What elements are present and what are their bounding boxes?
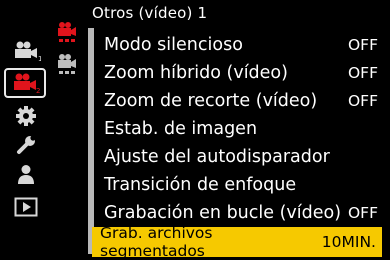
menu-item-zoom-recorte[interactable]: Zoom de recorte (vídeo) OFF bbox=[96, 88, 384, 114]
badge-2: 2 bbox=[36, 87, 40, 94]
menu-item-label: Zoom híbrido (vídeo) bbox=[104, 63, 288, 83]
menu-item-label: Grab. archivos segmentados bbox=[100, 224, 213, 260]
menu-item-estab-imagen[interactable]: Estab. de imagen bbox=[96, 116, 384, 142]
sidebar-item-video-2[interactable]: 2 bbox=[4, 68, 46, 98]
page-title: Otros (vídeo) 1 bbox=[92, 4, 208, 22]
menu-item-label: Ajuste del autodisparador bbox=[104, 147, 330, 167]
gear-icon bbox=[16, 106, 36, 126]
menu-item-grabacion-bucle[interactable]: Grabación en bucle (vídeo) OFF bbox=[96, 200, 384, 226]
sidebar-item-settings[interactable] bbox=[6, 103, 46, 129]
playback-icon bbox=[14, 197, 38, 217]
sidebar-item-setup[interactable] bbox=[6, 132, 46, 158]
sidebar-item-playback[interactable] bbox=[6, 194, 46, 220]
menu-item-value: OFF bbox=[347, 204, 378, 222]
sub-tab-red[interactable] bbox=[56, 20, 86, 46]
video-camera-1-icon: 1 bbox=[15, 41, 41, 62]
video-camera-2-icon: 2 bbox=[14, 73, 40, 94]
red-camera-tab-icon bbox=[58, 22, 76, 42]
menu-item-transicion-enfoque[interactable]: Transición de enfoque bbox=[96, 172, 384, 198]
sidebar: 1 2 bbox=[0, 0, 50, 260]
sub-tab-gray[interactable] bbox=[56, 52, 86, 78]
menu-item-autodisparador[interactable]: Ajuste del autodisparador bbox=[96, 144, 384, 170]
sidebar-item-video-1[interactable]: 1 bbox=[6, 38, 46, 64]
menu-item-modo-silencioso[interactable]: Modo silencioso OFF bbox=[96, 32, 384, 58]
menu-item-value: 10MIN. bbox=[321, 233, 376, 251]
menu-item-value: OFF bbox=[347, 92, 378, 110]
scroll-rail[interactable] bbox=[88, 28, 94, 254]
wrench-icon bbox=[17, 135, 36, 154]
menu-item-value: OFF bbox=[347, 36, 378, 54]
menu-item-zoom-hibrido[interactable]: Zoom híbrido (vídeo) OFF bbox=[96, 60, 384, 86]
menu-item-label: Modo silencioso bbox=[104, 35, 243, 55]
gray-camera-tab-icon bbox=[58, 54, 76, 74]
badge-1: 1 bbox=[38, 55, 41, 62]
scroll-thumb[interactable] bbox=[88, 28, 94, 254]
person-icon bbox=[18, 165, 34, 184]
menu-item-label: Zoom de recorte (vídeo) bbox=[104, 91, 318, 111]
menu-item-label: Transición de enfoque bbox=[104, 175, 297, 195]
menu-item-label: Grabación en bucle (vídeo) bbox=[104, 203, 342, 223]
menu-item-archivos-segmentados[interactable]: Grab. archivos segmentados 10MIN. bbox=[92, 224, 382, 260]
sidebar-item-my-menu[interactable] bbox=[6, 161, 46, 187]
menu-item-label: Estab. de imagen bbox=[104, 119, 258, 139]
menu-item-value: OFF bbox=[347, 64, 378, 82]
